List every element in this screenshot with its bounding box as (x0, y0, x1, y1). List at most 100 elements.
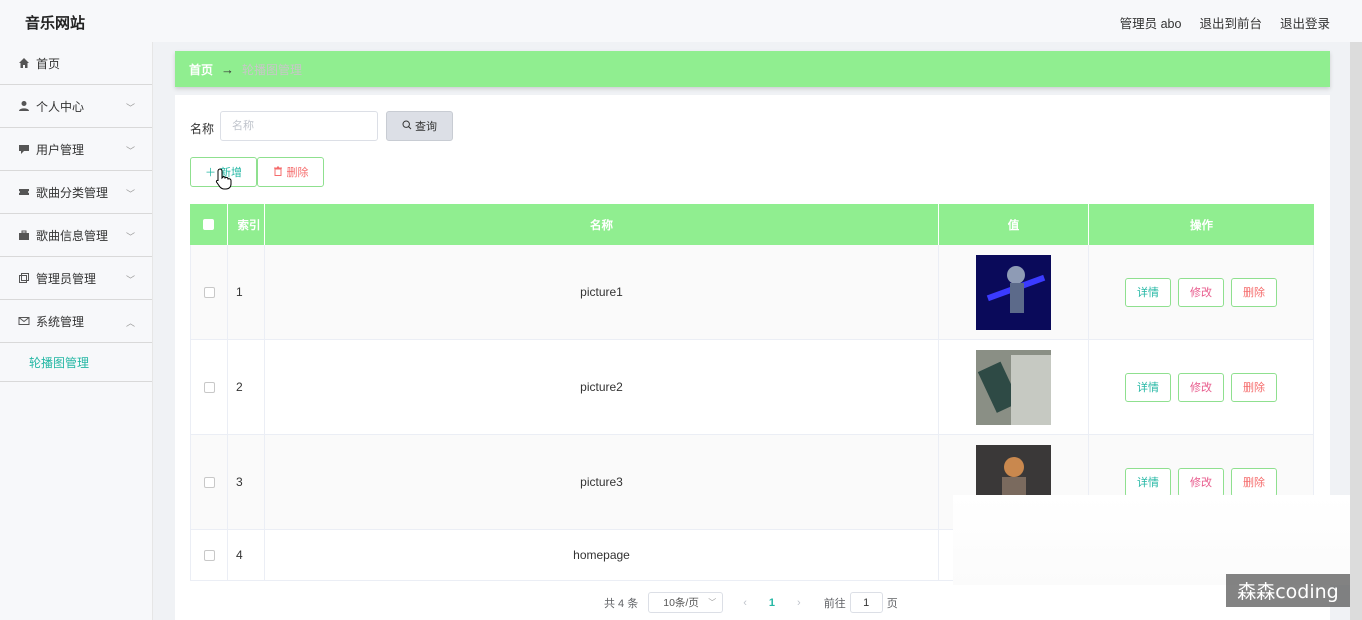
row-index: 2 (228, 340, 265, 434)
prev-page-icon[interactable]: ‹ (743, 597, 747, 609)
sidebar-item-label: 歌曲分类管理 (36, 185, 109, 200)
header-value[interactable]: 值 (939, 204, 1089, 245)
sidebar-item-song-info[interactable]: 歌曲信息管理 ﹀ (0, 214, 152, 257)
chevron-down-icon: ﹀ (125, 275, 135, 285)
edit-button[interactable]: 修改 (1178, 467, 1224, 497)
row-name: picture2 (265, 340, 939, 434)
table-row: 1 picture1 详情 修改 删除 (190, 245, 1314, 340)
delete-button[interactable]: 删除 (1231, 277, 1277, 307)
ticket-icon (17, 186, 30, 199)
sidebar-item-home[interactable]: 首页 (0, 42, 152, 85)
breadcrumb: 首页 → 轮播图管理 (175, 51, 1330, 87)
header-actions: 管理员 abo 退出到前台 退出登录 (1120, 13, 1330, 32)
header-checkbox-cell (190, 204, 228, 245)
chevron-down-icon: ﹀ (125, 146, 135, 156)
search-label: 名称 (190, 122, 215, 136)
hand-cursor-icon (215, 168, 233, 193)
pagination: 共 4 条 10条/页 ﹀ ‹ 1 › 前往 1 页 (604, 592, 898, 613)
logout-link[interactable]: 退出登录 (1280, 13, 1330, 32)
batch-delete-button[interactable]: 删除 (257, 157, 324, 187)
row-checkbox-cell (190, 245, 228, 339)
admin-name: 管理员 abo (1119, 17, 1182, 31)
select-all-checkbox[interactable] (203, 219, 214, 230)
sidebar-item-label: 首页 (36, 56, 61, 71)
edit-button[interactable]: 修改 (1178, 277, 1224, 307)
sidebar-item-song-category[interactable]: 歌曲分类管理 ﹀ (0, 171, 152, 214)
watermark: 森森coding (1226, 574, 1350, 607)
trash-icon (273, 166, 283, 179)
row-ops: 详情 修改 删除 (1089, 245, 1314, 339)
chevron-down-icon: ﹀ (125, 189, 135, 199)
header-index: 索引 (228, 204, 265, 245)
delete-button[interactable]: 删除 (1231, 467, 1277, 497)
sidebar-item-label: 系统管理 (36, 314, 85, 329)
sidebar-item-admins[interactable]: 管理员管理 ﹀ (0, 257, 152, 300)
page-number[interactable]: 1 (769, 597, 775, 609)
row-checkbox-cell (190, 435, 228, 529)
detail-button[interactable]: 详情 (1125, 467, 1171, 497)
carousel-thumbnail (976, 349, 1051, 425)
sidebar-item-label: 歌曲信息管理 (36, 228, 109, 243)
row-name: picture3 (265, 435, 939, 529)
row-index: 1 (228, 245, 265, 339)
row-value (939, 340, 1089, 434)
row-checkbox[interactable] (203, 549, 215, 561)
chevron-up-icon: ︿ (125, 318, 135, 328)
chevron-down-icon: ﹀ (125, 103, 135, 113)
detail-button[interactable]: 详情 (1125, 372, 1171, 402)
exit-front-link[interactable]: 退出到前台 (1199, 13, 1262, 32)
breadcrumb-home[interactable]: 首页 (189, 61, 213, 78)
chat-icon (17, 143, 30, 156)
mail-icon (17, 315, 30, 328)
table-row: 2 picture2 详情 修改 删除 (190, 340, 1314, 435)
chevron-down-icon: ﹀ (125, 232, 135, 242)
site-title: 音乐网站 (25, 15, 86, 32)
next-page-icon[interactable]: › (797, 597, 801, 609)
row-checkbox-cell (190, 340, 228, 434)
row-checkbox[interactable] (203, 286, 215, 298)
goto-label: 前往 (823, 597, 846, 610)
row-ops: 详情 修改 删除 (1089, 340, 1314, 434)
home-icon (17, 57, 30, 70)
search-button-label: 查询 (415, 121, 437, 133)
sidebar-item-label: 个人中心 (36, 99, 85, 114)
page-size-select[interactable]: 10条/页 ﹀ (648, 592, 724, 613)
table-header: 索引 名称 值 操作 (190, 204, 1314, 245)
row-name: picture1 (265, 245, 939, 339)
breadcrumb-current: 轮播图管理 (242, 62, 303, 77)
vertical-scrollbar[interactable] (1350, 42, 1362, 620)
goto-page-input[interactable]: 1 (849, 592, 883, 613)
copy-icon (17, 272, 30, 285)
sidebar: 首页 个人中心 ﹀ 用户管理 ﹀ 歌曲分类管理 ﹀ 歌曲信息管理 ﹀ 管理员管理… (0, 42, 153, 620)
row-index: 4 (228, 530, 265, 580)
edit-button[interactable]: 修改 (1178, 372, 1224, 402)
header-name[interactable]: 名称 (265, 204, 939, 245)
user-icon (17, 100, 30, 113)
search-input[interactable] (220, 111, 378, 141)
sidebar-item-system[interactable]: 系统管理 ︿ (0, 300, 152, 343)
header-ops: 操作 (1190, 219, 1213, 232)
row-index: 3 (228, 435, 265, 529)
chevron-down-icon: ﹀ (708, 598, 717, 607)
sidebar-item-label: 用户管理 (36, 142, 85, 157)
page-unit-label: 页 (886, 597, 898, 610)
search-button[interactable]: 查询 (386, 111, 453, 141)
row-checkbox[interactable] (203, 381, 215, 393)
row-checkbox[interactable] (203, 476, 215, 488)
page-size-value: 10条/页 (663, 597, 699, 609)
total-count: 共 4 条 (604, 597, 639, 610)
sidebar-item-profile[interactable]: 个人中心 ﹀ (0, 85, 152, 128)
briefcase-icon (17, 229, 30, 242)
sidebar-item-users[interactable]: 用户管理 ﹀ (0, 128, 152, 171)
row-value (939, 245, 1089, 339)
breadcrumb-arrow: → (221, 61, 235, 77)
top-header: 音乐网站 管理员 abo 退出到前台 退出登录 (0, 0, 1362, 42)
delete-button[interactable]: 删除 (1231, 372, 1277, 402)
sidebar-subitem-carousel[interactable]: 轮播图管理 (0, 343, 152, 382)
delete-button-label: 删除 (286, 167, 309, 179)
sidebar-item-label: 管理员管理 (36, 271, 97, 286)
row-checkbox-cell (190, 530, 228, 580)
blurred-region (953, 495, 1362, 585)
detail-button[interactable]: 详情 (1125, 277, 1171, 307)
search-icon (402, 119, 412, 133)
